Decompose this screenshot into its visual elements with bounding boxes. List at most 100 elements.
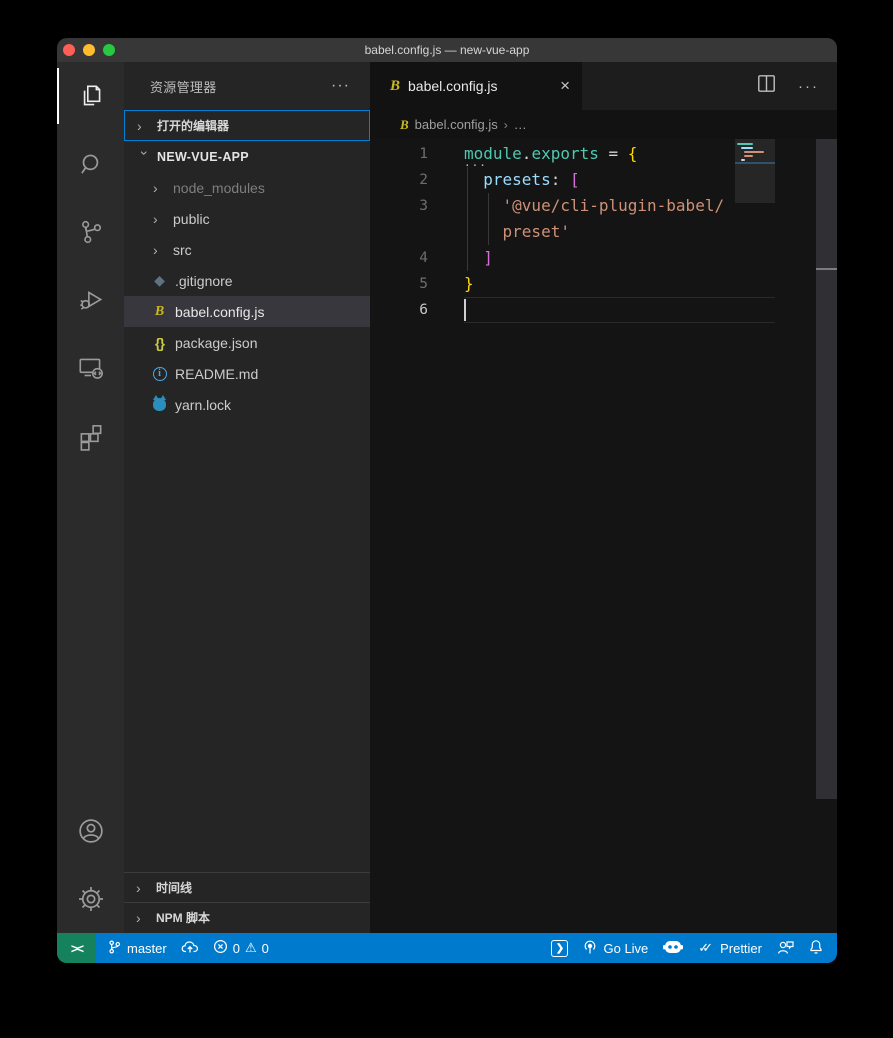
cloud-upload-icon: [181, 939, 199, 958]
open-editors-label: 打开的编辑器: [157, 117, 229, 134]
remote-icon: ><: [71, 941, 82, 956]
traffic-lights: [63, 44, 115, 56]
explorer-sidebar: 资源管理器 ··· › 打开的编辑器 › NEW-VUE-APP ›node_m…: [124, 62, 370, 933]
account-button[interactable]: [57, 797, 124, 865]
split-editor-icon[interactable]: [757, 74, 776, 98]
files-icon: [76, 81, 106, 111]
branch-name: master: [127, 941, 167, 956]
zoom-window-button[interactable]: [103, 44, 115, 56]
code-line: preset': [370, 219, 775, 245]
activity-search-button[interactable]: [57, 130, 124, 198]
npm-scripts-section-header[interactable]: › NPM 脚本: [124, 902, 370, 932]
tree-item-yarn.lock[interactable]: yarn.lock: [124, 389, 370, 420]
vscode-window: babel.config.js — new-vue-app: [57, 38, 837, 963]
sidebar-header: 资源管理器 ···: [124, 62, 370, 110]
activity-remote-explorer-button[interactable]: [57, 334, 124, 402]
text-cursor: [464, 299, 466, 321]
activity-bar: [57, 62, 124, 933]
bell-icon: [808, 938, 824, 958]
tree-item-src[interactable]: ›src: [124, 234, 370, 265]
go-live-button[interactable]: Go Live: [575, 939, 655, 958]
sync-changes-button[interactable]: [174, 939, 206, 958]
debug-icon: [76, 285, 106, 315]
branch-icon: [107, 939, 122, 958]
timeline-section-header[interactable]: › 时间线: [124, 872, 370, 902]
activity-run-debug-button[interactable]: [57, 266, 124, 334]
double-check-icon: ✓✓: [698, 940, 706, 956]
settings-button[interactable]: [57, 865, 124, 933]
breadcrumb-more[interactable]: …: [514, 117, 527, 132]
chevron-right-icon: ›: [136, 880, 152, 896]
minimap-current-line: [735, 162, 775, 164]
git-branch-status[interactable]: master: [100, 939, 174, 958]
code-line: 2 presets: [: [370, 167, 775, 193]
tree-item-package.json[interactable]: {}package.json: [124, 327, 370, 358]
editor-scrollbar[interactable]: [816, 139, 837, 799]
more-actions-icon[interactable]: ···: [798, 78, 819, 95]
tab-babel-config[interactable]: B babel.config.js ×: [370, 62, 582, 110]
notifications-button[interactable]: [801, 938, 831, 958]
workspace-root-row[interactable]: › NEW-VUE-APP: [124, 141, 370, 172]
prettier-label: Prettier: [720, 941, 762, 956]
chevron-right-icon: ›: [153, 180, 169, 196]
breadcrumb-file[interactable]: babel.config.js: [415, 117, 498, 132]
code-line: 3 '@vue/cli-plugin-babel/: [370, 193, 775, 219]
chevron-right-icon: ›: [153, 242, 169, 258]
babel-icon: B: [400, 117, 409, 133]
code-line: 5}: [370, 271, 775, 297]
editor-group: B babel.config.js × ··· B babel.config.j…: [370, 62, 837, 933]
robot-icon: [662, 938, 684, 959]
prettier-status[interactable]: ✓✓ Prettier: [691, 940, 769, 956]
breadcrumb[interactable]: B babel.config.js › …: [370, 110, 837, 139]
browser-preview-button[interactable]: [655, 938, 691, 959]
search-icon: [76, 149, 106, 179]
code-editor[interactable]: 1module.exports = {2 presets: [3 '@vue/c…: [370, 139, 837, 933]
babel-icon: B: [151, 304, 168, 320]
chevron-right-icon: ›: [153, 211, 169, 227]
code-runner-button[interactable]: ❯: [544, 940, 575, 957]
tree-item-.gitignore[interactable]: ◆.gitignore: [124, 265, 370, 296]
minimap[interactable]: [735, 139, 775, 259]
titlebar: babel.config.js — new-vue-app: [57, 38, 837, 62]
status-bar: >< master: [57, 933, 837, 963]
babel-icon: B: [390, 78, 400, 95]
activity-extensions-button[interactable]: [57, 402, 124, 470]
errors-icon: [213, 939, 228, 957]
close-window-button[interactable]: [63, 44, 75, 56]
feedback-button[interactable]: [769, 939, 801, 958]
file-tree: ›node_modules›public›src◆.gitignoreBbabe…: [124, 172, 370, 420]
window-title: babel.config.js — new-vue-app: [365, 43, 530, 57]
workspace-name: NEW-VUE-APP: [157, 150, 249, 164]
error-count: 0: [233, 941, 240, 956]
open-editors-section-header[interactable]: › 打开的编辑器: [124, 110, 370, 141]
activity-source-control-button[interactable]: [57, 198, 124, 266]
close-tab-icon[interactable]: ×: [560, 76, 570, 96]
tree-item-README.md[interactable]: iREADME.md: [124, 358, 370, 389]
tree-item-node_modules[interactable]: ›node_modules: [124, 172, 370, 203]
person-feedback-icon: [776, 939, 794, 958]
activity-explorer-button[interactable]: [57, 62, 124, 130]
git-icon: ◆: [151, 272, 168, 289]
broadcast-icon: [582, 939, 598, 958]
npm-scripts-label: NPM 脚本: [156, 909, 210, 926]
sidebar-bottom-sections: › 时间线 › NPM 脚本: [124, 872, 370, 932]
gear-icon: [75, 883, 107, 915]
scrollbar-handle-edge: [816, 268, 837, 270]
sidebar-more-actions-button[interactable]: ···: [331, 77, 350, 95]
json-icon: {}: [151, 335, 168, 351]
extensions-icon: [76, 421, 106, 451]
indent-guide: [488, 193, 489, 245]
code-lines: 1module.exports = {2 presets: [3 '@vue/c…: [370, 141, 775, 323]
account-icon: [75, 815, 107, 847]
run-code-icon: ❯: [551, 940, 568, 957]
yarn-icon: [151, 398, 168, 411]
remote-explorer-icon: [76, 353, 106, 383]
remote-indicator[interactable]: ><: [57, 933, 96, 963]
problems-status[interactable]: 0 ⚠ 0: [206, 939, 276, 957]
tree-item-babel.config.js[interactable]: Bbabel.config.js: [124, 296, 370, 327]
warning-count: 0: [262, 941, 269, 956]
chevron-right-icon: ›: [137, 118, 153, 134]
info-icon: i: [151, 367, 168, 381]
tree-item-public[interactable]: ›public: [124, 203, 370, 234]
minimize-window-button[interactable]: [83, 44, 95, 56]
